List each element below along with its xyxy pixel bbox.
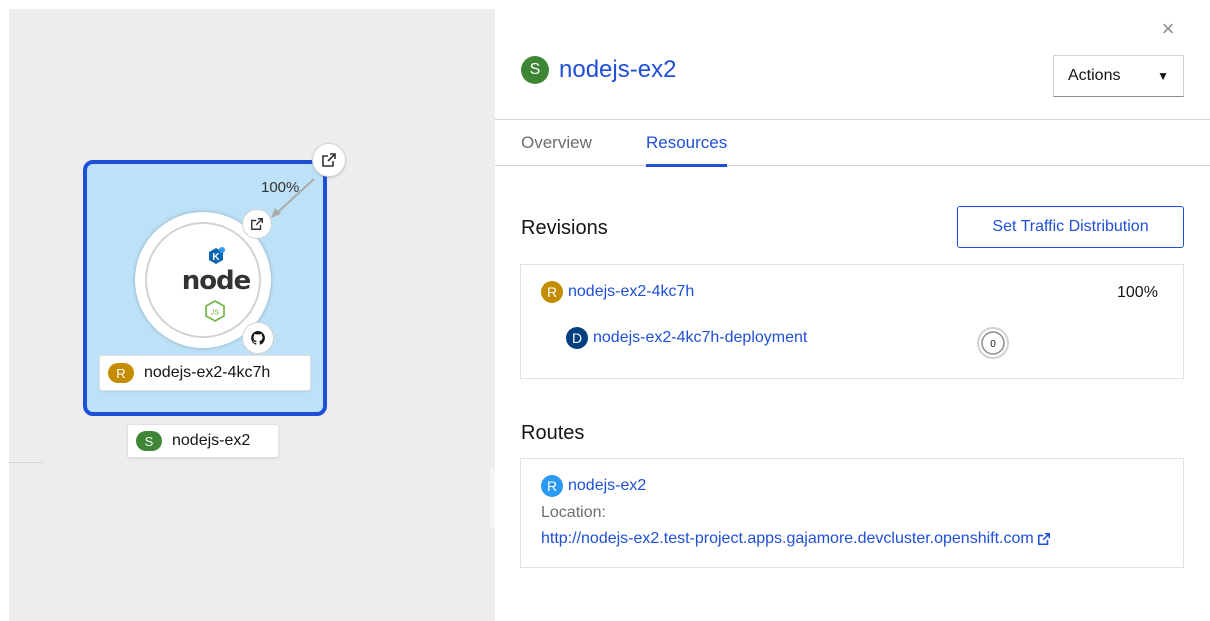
github-icon xyxy=(251,331,265,345)
set-traffic-distribution-button[interactable]: Set Traffic Distribution xyxy=(957,206,1184,248)
topology-canvas[interactable]: 100% K node JS R nodejs-ex2-4kc7h S node… xyxy=(9,9,495,621)
panel-title: S nodejs-ex2 xyxy=(521,56,676,84)
service-open-url-button[interactable] xyxy=(312,143,346,177)
route-link[interactable]: nodejs-ex2 xyxy=(568,477,646,495)
service-node-label[interactable]: S nodejs-ex2 xyxy=(127,424,279,458)
actions-label: Actions xyxy=(1068,67,1121,84)
revisions-list: R nodejs-ex2-4kc7h 100% D nodejs-ex2-4kc… xyxy=(520,264,1184,379)
tab-overview[interactable]: Overview xyxy=(521,120,592,166)
revision-item: R nodejs-ex2-4kc7h xyxy=(541,281,694,303)
nodejs-hex-icon: JS xyxy=(205,300,225,322)
close-panel-button[interactable]: × xyxy=(1155,16,1181,42)
revision-node-inner: K node JS xyxy=(145,222,261,338)
revision-node-name: nodejs-ex2-4kc7h xyxy=(144,364,271,381)
service-node-name: nodejs-ex2 xyxy=(172,432,251,449)
revision-link[interactable]: nodejs-ex2-4kc7h xyxy=(568,283,694,301)
knative-icon-label: K xyxy=(212,252,220,263)
pod-count: 0 xyxy=(990,339,996,350)
actions-dropdown[interactable]: Actions ▼ xyxy=(1053,55,1184,97)
external-link-icon xyxy=(1037,532,1050,546)
routes-heading: Routes xyxy=(521,422,585,444)
caret-down-icon: ▼ xyxy=(1157,69,1169,83)
deployment-item: D nodejs-ex2-4kc7h-deployment xyxy=(566,327,807,349)
deployment-link[interactable]: nodejs-ex2-4kc7h-deployment xyxy=(593,329,807,347)
side-panel: × S nodejs-ex2 Actions ▼ Overview Resour… xyxy=(495,0,1210,621)
revision-traffic-percent: 100% xyxy=(1117,284,1158,301)
route-url-link[interactable]: http://nodejs-ex2.test-project.apps.gaja… xyxy=(541,530,1051,548)
panel-title-name[interactable]: nodejs-ex2 xyxy=(559,56,676,84)
service-badge: S xyxy=(521,56,549,84)
revision-open-url-button[interactable] xyxy=(242,209,272,239)
tab-resources[interactable]: Resources xyxy=(646,120,728,167)
panel-tabs: Overview Resources xyxy=(495,119,1210,167)
route-location-label: Location: xyxy=(541,504,606,521)
service-badge: S xyxy=(136,431,162,451)
pod-status-ring: 0 xyxy=(977,327,1009,359)
external-link-icon xyxy=(251,218,263,230)
deployment-badge: D xyxy=(566,327,588,349)
route-item: R nodejs-ex2 xyxy=(541,475,646,497)
nodejs-hex-label: JS xyxy=(211,310,220,317)
external-link-icon xyxy=(322,153,336,167)
routes-list: R nodejs-ex2 Location: http://nodejs-ex2… xyxy=(520,458,1184,568)
close-icon: × xyxy=(1161,16,1175,41)
source-code-button[interactable] xyxy=(242,322,274,354)
revision-badge: R xyxy=(108,363,134,383)
revision-badge: R xyxy=(541,281,563,303)
nodejs-logo: node xyxy=(181,266,252,296)
revision-node-label[interactable]: R nodejs-ex2-4kc7h xyxy=(99,355,311,391)
route-badge: R xyxy=(541,475,563,497)
route-url-text: http://nodejs-ex2.test-project.apps.gaja… xyxy=(541,530,1034,547)
revisions-heading: Revisions xyxy=(521,217,608,239)
knative-icon: K xyxy=(209,247,225,264)
